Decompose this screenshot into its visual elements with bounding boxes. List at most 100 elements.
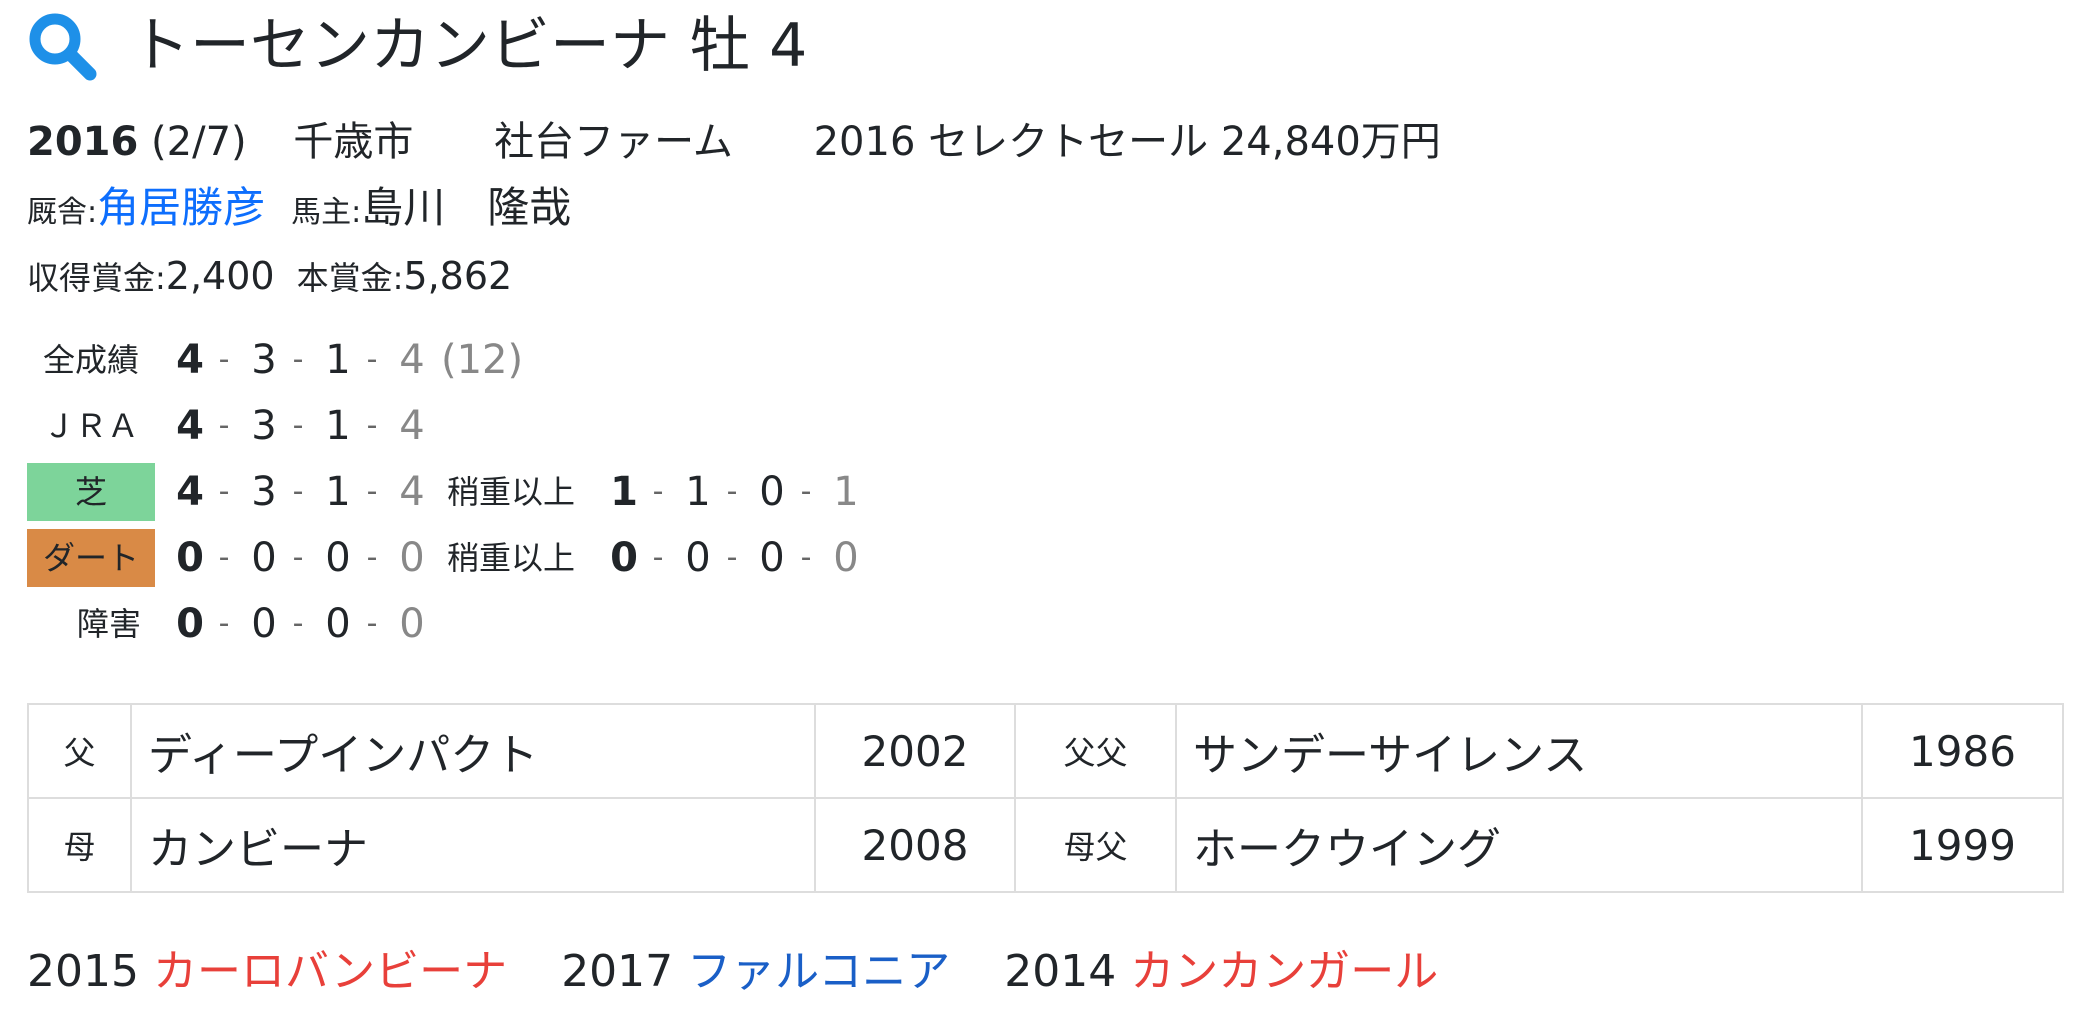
sire-sire-year: 1986 — [1861, 703, 2064, 799]
record-others: 4 — [399, 337, 425, 383]
main-prize-label: 本賞金: — [296, 259, 404, 297]
record-dash: - — [366, 342, 378, 377]
record-dash: - — [726, 474, 738, 509]
heavy-thirds: 0 — [759, 469, 785, 515]
dam-year: 2008 — [814, 797, 1016, 893]
record-dash: - — [292, 342, 304, 377]
heavy-track-label: 稍重以上 — [447, 473, 576, 511]
sibling-year: 2015 — [27, 946, 139, 997]
record-total-starts: (12) — [441, 337, 524, 383]
heavy-seconds: 1 — [685, 469, 711, 515]
dam-sire-label: 母父 — [1014, 797, 1177, 893]
record-dash: - — [218, 474, 230, 509]
trainer-link[interactable]: 角居勝彦 — [97, 183, 265, 232]
record-dash: - — [218, 540, 230, 575]
record-others: 4 — [399, 403, 425, 449]
sire-sire-name: サンデーサイレンス — [1175, 703, 1863, 799]
record-others: 4 — [399, 469, 425, 515]
record-dash: - — [292, 474, 304, 509]
breeder: 社台ファーム — [494, 119, 733, 165]
record-wins: 4 — [176, 403, 204, 449]
pedigree-table: 父 ディープインパクト 2002 父父 サンデーサイレンス 1986 母 カンビ… — [27, 703, 2064, 893]
heavy-others: 1 — [833, 469, 859, 515]
record-wins: 4 — [176, 469, 204, 515]
birth-date: (2/7) — [151, 119, 247, 165]
record-row-dirt: ダート 0 - 0 - 0 - 0 稍重以上 0 - 0 - 0 - 0 — [27, 528, 927, 588]
record-seconds: 3 — [251, 403, 277, 449]
record-dash: - — [292, 606, 304, 641]
record-row-turf: 芝 4 - 3 - 1 - 4 稍重以上 1 - 1 - 0 - 1 — [27, 462, 927, 522]
record-dash: - — [800, 540, 812, 575]
record-row-jra: ＪＲＡ 4 - 3 - 1 - 4 — [27, 396, 927, 456]
record-dash: - — [218, 606, 230, 641]
owner-name: 島川 隆哉 — [361, 183, 572, 232]
record-row-jump: 障害 0 - 0 - 0 - 0 — [27, 594, 927, 654]
record-seconds: 0 — [251, 601, 277, 647]
record-seconds: 3 — [251, 469, 277, 515]
record-seconds: 0 — [251, 535, 277, 581]
record-dash: - — [292, 408, 304, 443]
page-header: トーセンカンビーナ 牡 4 — [26, 4, 807, 88]
sibling-link[interactable]: カンカンガール — [1130, 946, 1438, 997]
pedigree-row-sire: 父 ディープインパクト 2002 父父 サンデーサイレンス 1986 — [27, 703, 2064, 799]
sibling-link[interactable]: ファルコニア — [687, 946, 950, 997]
siblings-list: 2015 カーロバンビーナ 2017 ファルコニア 2014 カンカンガール — [27, 942, 1478, 1002]
dam-label: 母 — [27, 797, 132, 893]
sale-info: 2016 セレクトセール 24,840万円 — [813, 119, 1441, 165]
record-wins: 0 — [176, 535, 204, 581]
record-row-all: 全成績 4 - 3 - 1 - 4 (12) — [27, 330, 927, 390]
sire-sire-label: 父父 — [1014, 703, 1177, 799]
heavy-wins: 0 — [610, 535, 638, 581]
record-dash: - — [218, 408, 230, 443]
sibling-year: 2017 — [561, 946, 674, 997]
sire-year: 2002 — [814, 703, 1016, 799]
heavy-others: 0 — [833, 535, 859, 581]
horse-sex-age: 牡 4 — [690, 11, 808, 81]
sibling-link[interactable]: カーロバンビーナ — [153, 946, 507, 997]
prize-info: 収得賞金:2,400 本賞金:5,862 — [27, 248, 512, 306]
record-wins: 4 — [176, 337, 204, 383]
record-dash: - — [652, 474, 664, 509]
dirt-badge: ダート — [27, 529, 155, 587]
search-icon[interactable] — [26, 10, 98, 82]
heavy-thirds: 0 — [759, 535, 785, 581]
record-dash: - — [292, 540, 304, 575]
record-dash: - — [800, 474, 812, 509]
sibling-year: 2014 — [1004, 946, 1117, 997]
birth-info: 2016 (2/7) 千歳市 社台ファーム 2016 セレクトセール 24,84… — [27, 112, 1441, 172]
record-thirds: 0 — [325, 601, 351, 647]
record-thirds: 0 — [325, 535, 351, 581]
earned-prize-label: 収得賞金: — [27, 259, 166, 297]
record-dash: - — [366, 606, 378, 641]
heavy-track-label: 稍重以上 — [447, 539, 576, 577]
owner-label: 馬主: — [291, 195, 362, 230]
dam-name: カンビーナ — [130, 797, 816, 893]
heavy-seconds: 0 — [685, 535, 711, 581]
record-dash: - — [652, 540, 664, 575]
record-label-all: 全成績 — [42, 341, 139, 379]
dam-sire-name: ホークウイング — [1175, 797, 1863, 893]
earned-prize-value: 2,400 — [165, 254, 275, 298]
sire-label: 父 — [27, 703, 132, 799]
sibling-item: 2017 ファルコニア — [561, 942, 950, 1002]
pedigree-row-dam: 母 カンビーナ 2008 母父 ホークウイング 1999 — [27, 797, 2064, 893]
heavy-wins: 1 — [610, 469, 638, 515]
record-wins: 0 — [176, 601, 204, 647]
record-dash: - — [366, 540, 378, 575]
dam-sire-year: 1999 — [1861, 797, 2064, 893]
record-others: 0 — [399, 601, 425, 647]
record-thirds: 1 — [325, 469, 351, 515]
record-dash: - — [218, 342, 230, 377]
main-prize-value: 5,862 — [403, 254, 513, 298]
record-dash: - — [366, 408, 378, 443]
record-thirds: 1 — [325, 403, 351, 449]
record-dash: - — [726, 540, 738, 575]
horse-name: トーセンカンビーナ — [130, 11, 670, 81]
turf-badge: 芝 — [27, 463, 155, 521]
record-dash: - — [366, 474, 378, 509]
record-others: 0 — [399, 535, 425, 581]
sire-name: ディープインパクト — [130, 703, 816, 799]
record-thirds: 1 — [325, 337, 351, 383]
record-label-jump: 障害 — [76, 605, 141, 643]
sibling-item: 2015 カーロバンビーナ — [27, 942, 507, 1002]
